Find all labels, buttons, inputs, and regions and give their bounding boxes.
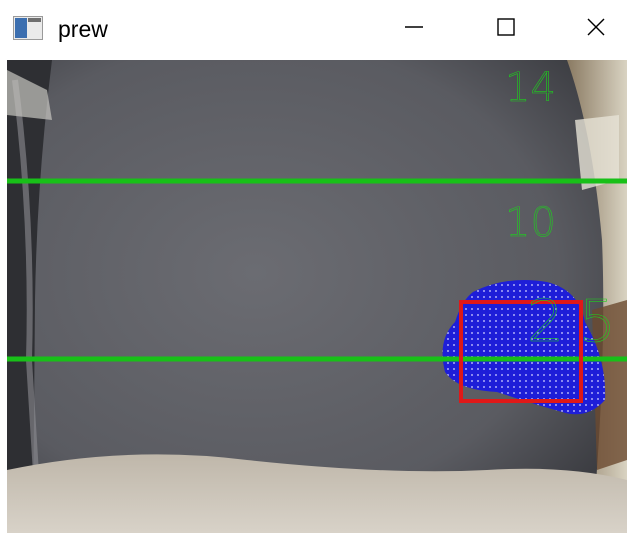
title-bar[interactable]: prew (0, 0, 627, 60)
distance-label-14: 14 (505, 65, 557, 111)
window-title: prew (58, 16, 108, 42)
maximize-button[interactable] (486, 12, 526, 46)
minimize-icon (403, 16, 425, 43)
close-icon (585, 16, 607, 43)
distance-label-10: 10 (505, 200, 557, 246)
camera-preview: 14 10 2 5 (7, 60, 627, 533)
distance-label-5: 5 (579, 287, 617, 355)
maximize-icon (495, 16, 517, 43)
distance-label-2: 2 (527, 287, 565, 355)
close-button[interactable] (576, 12, 616, 46)
app-window-icon (13, 16, 43, 40)
minimize-button[interactable] (394, 12, 434, 46)
